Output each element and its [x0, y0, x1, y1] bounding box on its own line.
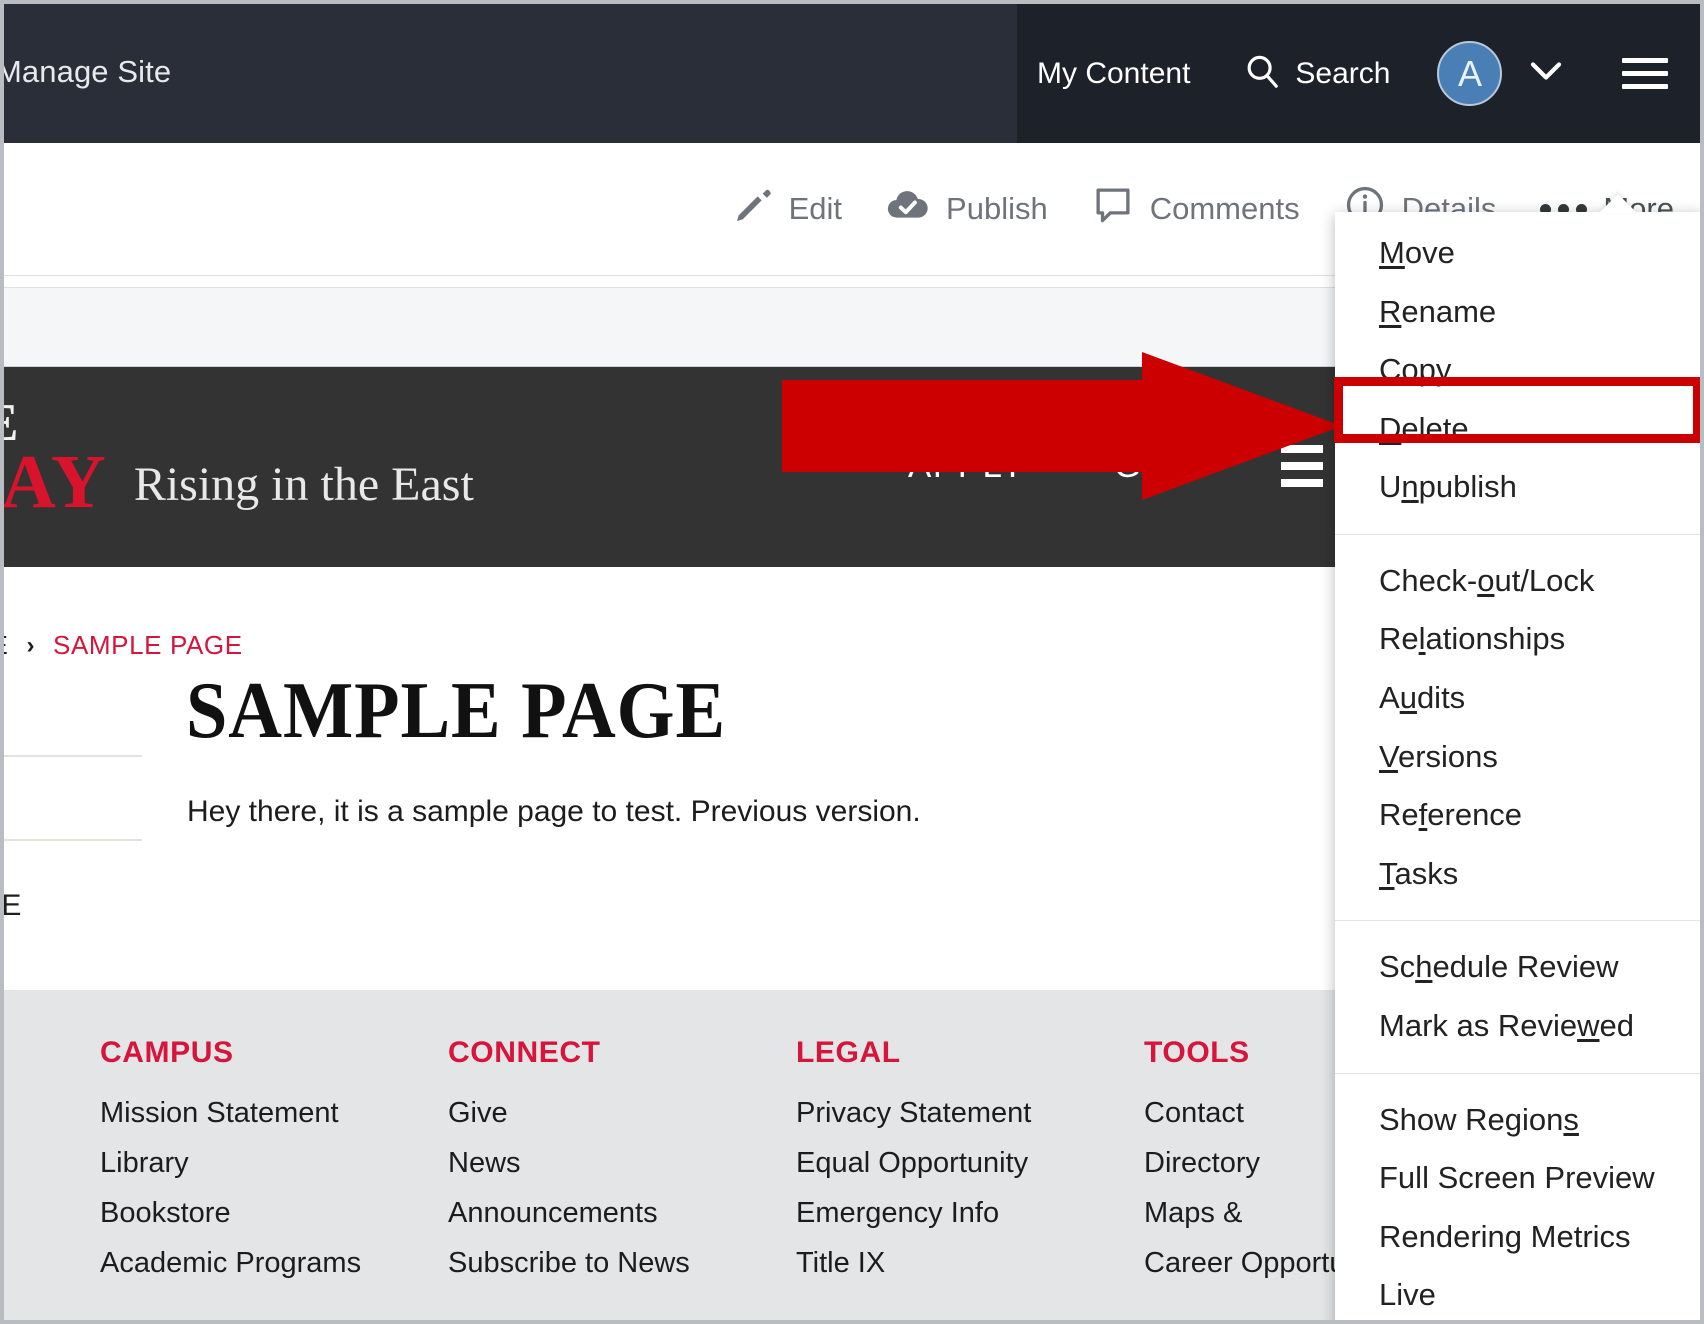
- rail-divider: [4, 839, 142, 841]
- menu-item-relationships[interactable]: Relationships: [1335, 610, 1700, 669]
- breadcrumb-separator-icon: ›: [26, 631, 36, 659]
- accelerator-letter: D: [1379, 410, 1402, 446]
- chevron-down-icon[interactable]: [1526, 58, 1566, 89]
- site-logo[interactable]: TATE T BAY Rising in the East: [4, 397, 474, 524]
- pencil-icon: [733, 185, 773, 233]
- page-body-text: Hey there, it is a sample page to test. …: [187, 795, 921, 828]
- page-title: SAMPLE PAGE: [186, 667, 727, 755]
- accelerator-letter: M: [1379, 235, 1405, 270]
- hamburger-bar: [1281, 462, 1324, 470]
- screenshot-root: Manage Site My Content Search A Edit Pub…: [0, 0, 1704, 1324]
- footer-link[interactable]: Subscribe to News: [448, 1247, 796, 1280]
- footer-link[interactable]: Title IX: [796, 1247, 1144, 1280]
- menu-caret-icon: [1599, 194, 1637, 213]
- edit-button[interactable]: Edit: [711, 185, 864, 233]
- menu-item-full-screen-preview[interactable]: Full Screen Preview: [1335, 1149, 1700, 1208]
- menu-item-rendering-metrics[interactable]: Rendering Metrics: [1335, 1208, 1700, 1267]
- menu-item-copy[interactable]: Copy: [1335, 341, 1700, 400]
- menu-item-delete[interactable]: Delete: [1335, 400, 1700, 459]
- accelerator-letter: C: [1379, 352, 1402, 388]
- hamburger-bar: [1281, 479, 1324, 487]
- footer-link[interactable]: Announcements: [448, 1197, 796, 1230]
- footer-link[interactable]: Academic Programs: [100, 1247, 448, 1280]
- footer-columns: CAMPUS Mission Statement Library Bookstore A…: [100, 1036, 1492, 1297]
- hamburger-bar: [1622, 71, 1669, 76]
- footer-link[interactable]: Mission Statement: [100, 1097, 448, 1130]
- search-label: Search: [1295, 56, 1391, 90]
- menu-item-rename[interactable]: Rename: [1335, 283, 1700, 342]
- menu-item-move[interactable]: Move: [1335, 224, 1700, 283]
- manage-site-link[interactable]: Manage Site: [4, 54, 171, 90]
- comments-label: Comments: [1149, 191, 1300, 226]
- accelerator-letter: V: [1379, 738, 1398, 774]
- nav-item-apply[interactable]: APPLY: [864, 446, 1070, 486]
- logo-line-2: T BAY: [4, 439, 108, 524]
- publish-button[interactable]: Publish: [864, 185, 1070, 233]
- accelerator-letter: h: [1415, 949, 1433, 985]
- footer-link[interactable]: News: [448, 1147, 796, 1180]
- search-button[interactable]: Search: [1243, 52, 1390, 95]
- menu-separator: [1335, 533, 1700, 535]
- accelerator-letter: R: [1379, 293, 1402, 329]
- left-rail-label[interactable]: TE: [4, 889, 22, 923]
- cloud-check-icon: [886, 185, 930, 233]
- hamburger-bar: [1281, 445, 1324, 453]
- menu-item-schedule-review[interactable]: Schedule Review: [1335, 938, 1700, 997]
- publish-label: Publish: [946, 191, 1048, 226]
- nav-item-give[interactable]: GIVE: [1070, 446, 1248, 486]
- accelerator-letter: w: [1577, 1007, 1600, 1043]
- avatar-initial: A: [1457, 52, 1482, 94]
- avatar[interactable]: A: [1437, 41, 1503, 106]
- menu-item-check-out-lock[interactable]: Check-out/Lock: [1335, 552, 1700, 611]
- edit-label: Edit: [788, 191, 843, 226]
- footer-column: CAMPUS Mission Statement Library Bookstore A…: [100, 1036, 448, 1297]
- menu-item-show-regions[interactable]: Show Regions: [1335, 1091, 1700, 1150]
- menu-item-audits[interactable]: Audits: [1335, 669, 1700, 728]
- accelerator-letter: T: [1379, 855, 1395, 891]
- footer-link[interactable]: Equal Opportunity: [796, 1147, 1144, 1180]
- search-icon: [1243, 52, 1281, 95]
- breadcrumb: TE › SAMPLE PAGE: [4, 630, 243, 661]
- menu-item-unpublish[interactable]: Unpublish: [1335, 458, 1700, 517]
- menu-item-live[interactable]: Live: [1335, 1266, 1700, 1320]
- accelerator-letter: s: [1563, 1101, 1579, 1137]
- logo-wordmark: TATE T BAY: [4, 397, 108, 524]
- breadcrumb-current[interactable]: SAMPLE PAGE: [53, 630, 243, 661]
- accelerator-letter: u: [1399, 680, 1417, 716]
- footer-link[interactable]: Library: [100, 1147, 448, 1180]
- hamburger-menu-icon[interactable]: [1622, 58, 1669, 89]
- my-content-link[interactable]: My Content: [1037, 57, 1190, 91]
- footer-column: LEGAL Privacy Statement Equal Opportunity E…: [796, 1036, 1144, 1297]
- menu-item-mark-as-reviewed[interactable]: Mark as Reviewed: [1335, 997, 1700, 1056]
- menu-item-reference[interactable]: Reference: [1335, 786, 1700, 845]
- admin-bar-actions: My Content Search A: [1017, 4, 1669, 143]
- accelerator-letter: f: [1418, 797, 1428, 833]
- accelerator-letter: l: [1418, 621, 1426, 657]
- menu-item-versions[interactable]: Versions: [1335, 728, 1700, 787]
- accelerator-letter: n: [1401, 469, 1419, 505]
- footer-column-heading: CONNECT: [448, 1036, 601, 1069]
- footer-column-heading: LEGAL: [796, 1036, 901, 1069]
- more-menu-groups: Move Rename Copy Delete Unpublish Check-out/L…: [1335, 224, 1700, 1320]
- accelerator-letter: o: [1477, 562, 1495, 598]
- rail-divider: [4, 755, 142, 757]
- more-dropdown-menu: Move Rename Copy Delete Unpublish Check-out/L…: [1335, 194, 1700, 1320]
- breadcrumb-parent[interactable]: TE: [4, 630, 8, 661]
- footer-link[interactable]: Privacy Statement: [796, 1097, 1144, 1130]
- speech-bubble-icon: [1092, 184, 1134, 234]
- footer-column-heading: CAMPUS: [100, 1036, 234, 1069]
- footer-link[interactable]: Give: [448, 1097, 796, 1130]
- hamburger-bar: [1622, 84, 1669, 89]
- menu-separator: [1335, 920, 1700, 922]
- hamburger-menu-icon: [1281, 445, 1324, 487]
- footer-column: CONNECT Give News Announcements Subscribe to…: [448, 1036, 796, 1297]
- hamburger-bar: [1622, 58, 1669, 63]
- menu-item-tasks[interactable]: Tasks: [1335, 845, 1700, 904]
- footer-link[interactable]: Bookstore: [100, 1197, 448, 1230]
- logo-tagline: Rising in the East: [133, 457, 474, 511]
- comments-button[interactable]: Comments: [1070, 184, 1322, 234]
- footer-link[interactable]: Emergency Info: [796, 1197, 1144, 1230]
- menu-separator: [1335, 1072, 1700, 1074]
